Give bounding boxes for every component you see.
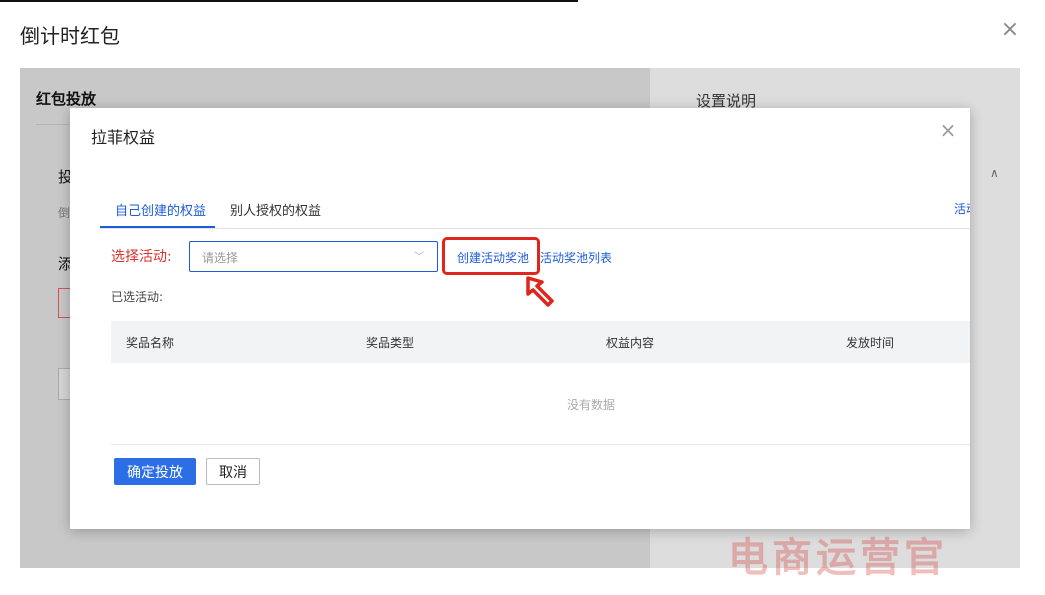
pointer-arrow-icon <box>526 276 554 307</box>
table-bottom-border <box>111 444 970 445</box>
tab-own-benefits[interactable]: 自己创建的权益 <box>115 200 206 219</box>
column-header: 奖品类型 <box>366 336 415 350</box>
pool-list-link[interactable]: 活动奖池列表 <box>540 249 612 266</box>
tab-authorized-benefits[interactable]: 别人授权的权益 <box>230 200 321 219</box>
left-hint-fragment: 倒 <box>58 206 71 220</box>
activity-link-fragment[interactable]: 活动 <box>954 200 970 217</box>
section-title: 红包投放 <box>36 90 97 108</box>
top-border-line <box>0 0 578 2</box>
chevron-up-icon[interactable]: ∧ <box>990 166 999 180</box>
empty-state-text: 没有数据 <box>567 398 616 412</box>
column-header: 权益内容 <box>606 336 655 350</box>
select-placeholder: 请选择 <box>202 251 239 265</box>
table-header: 奖品名称 奖品类型 权益内容 发放时间 <box>111 321 970 363</box>
selected-activity-label: 已选活动: <box>111 290 164 304</box>
watermark: 电商运营官 <box>728 534 948 581</box>
column-header: 发放时间 <box>846 336 895 350</box>
chevron-down-icon: ﹀ <box>414 252 424 263</box>
outer-dialog-title: 倒计时红包 <box>20 24 120 48</box>
column-header: 奖品名称 <box>126 336 175 350</box>
inner-modal: 拉菲权益 × 自己创建的权益 别人授权的权益 活动 选择活动: 请选择 ﹀ 创建… <box>70 108 970 529</box>
outer-close-icon[interactable]: × <box>1000 19 1020 41</box>
create-pool-link[interactable]: 创建活动奖池 <box>457 249 529 266</box>
inner-close-icon[interactable]: × <box>938 120 958 140</box>
inner-modal-title: 拉菲权益 <box>91 128 156 147</box>
tab-divider <box>100 228 970 229</box>
confirm-button[interactable]: 确定投放 <box>114 458 196 485</box>
cancel-button[interactable]: 取消 <box>206 458 260 485</box>
select-activity-label: 选择活动: <box>111 249 172 265</box>
activity-select[interactable]: 请选择 ﹀ <box>189 241 438 272</box>
